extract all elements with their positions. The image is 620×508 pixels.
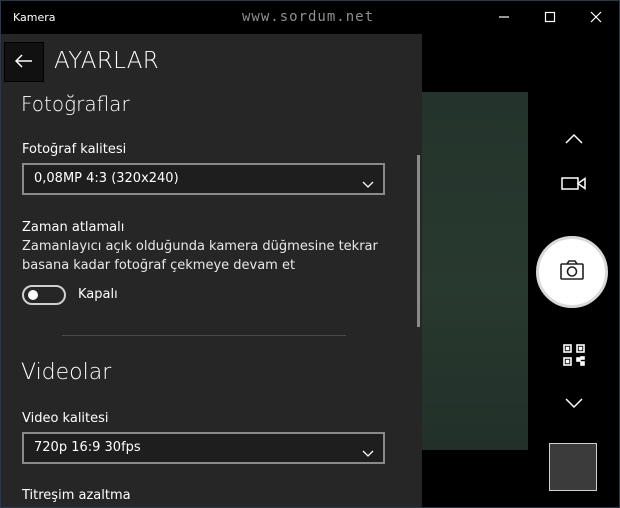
video-camera-icon [561,175,587,195]
arrow-left-icon [14,53,33,72]
timelapse-description-line1: Zamanlayıcı açık olduğunda kamera düğmes… [22,239,378,254]
section-divider [62,335,346,336]
photo-quality-select[interactable]: 0,08MP 4:3 (320x240) [22,163,385,195]
timelapse-toggle[interactable] [22,285,66,305]
camera-icon [559,259,585,285]
chevron-down-icon [362,174,374,193]
back-button[interactable] [4,42,44,82]
settings-title: AYARLAR [54,48,160,74]
last-photo-thumbnail[interactable] [549,443,597,491]
stabilization-label: Titreşim azaltma [22,488,131,503]
scroll-up-button[interactable] [557,127,591,151]
maximize-icon [544,8,556,27]
settings-scrollbar[interactable] [417,155,420,327]
timelapse-toggle-state: Kapalı [78,287,118,302]
timelapse-description: Zamanlayıcı açık olduğunda kamera düğmes… [22,237,382,275]
chevron-up-icon [564,130,584,149]
chevron-down-icon [362,443,374,462]
videos-section-heading: Videolar [21,360,112,385]
photo-quality-label: Fotoğraf kalitesi [22,142,127,157]
settings-panel: AYARLAR Fotoğraflar Fotoğraf kalitesi 0,… [1,34,422,507]
video-quality-value: 720p 16:9 30fps [34,440,141,455]
toggle-knob [28,290,38,300]
scroll-down-button[interactable] [557,391,591,415]
minimize-icon [498,8,510,27]
watermark-text: www.sordum.net [242,9,375,25]
close-button[interactable] [573,1,619,34]
timelapse-label: Zaman atlamalı [22,220,125,235]
close-icon [590,8,602,27]
camera-preview [421,92,528,450]
window-title: Kamera [13,11,56,24]
photo-capture-button[interactable] [536,236,608,308]
maximize-button[interactable] [527,1,573,34]
qr-code-icon [563,344,585,370]
video-mode-button[interactable] [557,173,591,197]
video-quality-select[interactable]: 720p 16:9 30fps [22,432,385,464]
title-bar: Kamera www.sordum.net [1,1,619,34]
photo-quality-value: 0,08MP 4:3 (320x240) [34,171,179,186]
minimize-button[interactable] [481,1,527,34]
timelapse-description-line2: basana kadar fotoğraf çekmeye devam et [22,258,296,273]
photos-section-heading: Fotoğraflar [21,92,130,116]
camera-window: Kamera www.sordum.net AYARLAR Fotoğrafla… [0,0,620,508]
chevron-down-icon [564,394,584,413]
video-quality-label: Video kalitesi [22,411,109,426]
qr-scan-button[interactable] [557,343,591,371]
